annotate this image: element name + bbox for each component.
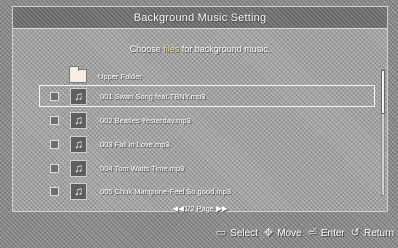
checkbox[interactable]: [50, 163, 59, 173]
checkbox[interactable]: [50, 91, 59, 101]
enter-icon: ⏎: [307, 226, 317, 239]
dialog-title-bar: Background Music Setting: [13, 7, 387, 29]
next-page-arrows-icon[interactable]: ▶▶: [216, 204, 228, 213]
button-hint-bar: ▭ Select ✥ Move ⏎ Enter ↺ Return: [0, 218, 398, 248]
file-name: 003 Fall in Love.mp3: [100, 139, 170, 149]
file-row[interactable]: ♫ 002 Beatles Yesterday.mp3: [40, 110, 374, 130]
dpad-icon: ✥: [263, 226, 274, 239]
file-name: 005 Chuk Mangione-Feel So good.mp3: [100, 186, 231, 196]
hint-return-label: Return: [363, 227, 394, 239]
file-name: 001 Swan Song feat.TBNY.mp3: [100, 91, 206, 101]
instruction-prefix: Choose: [129, 44, 161, 54]
file-row[interactable]: ♫ 005 Chuk Mangione-Feel So good.mp3: [40, 181, 374, 201]
hint-enter-label: Enter: [320, 227, 345, 239]
file-name: 004 Tom Waits Time.mp3: [100, 163, 185, 173]
file-row[interactable]: ♫ 003 Fall in Love.mp3: [40, 134, 374, 154]
music-note-icon: ♫: [70, 182, 87, 200]
prev-page-arrows-icon[interactable]: ◀◀: [172, 204, 184, 213]
folder-icon: [69, 66, 87, 83]
file-name: 002 Beatles Yesterday.mp3: [100, 115, 191, 125]
music-note-icon: ♫: [70, 135, 87, 153]
tv-osd-screen: Background Music Setting Choose files fo…: [0, 0, 398, 248]
hint-move-label: Move: [277, 227, 302, 239]
file-row[interactable]: ♫ 001 Swan Song feat.TBNY.mp3: [39, 85, 375, 107]
scrollbar[interactable]: [381, 69, 385, 196]
upper-folder-row[interactable]: Upper Folder: [69, 66, 142, 85]
return-icon: ↺: [350, 226, 360, 239]
hint-select-label: Select: [230, 227, 258, 239]
hint-return: ↺ Return: [350, 226, 394, 239]
music-note-icon: ♫: [70, 111, 87, 129]
instruction-text: Choose files for background music.: [13, 44, 387, 54]
background-music-dialog: Background Music Setting Choose files fo…: [12, 6, 388, 213]
music-note-icon: ♫: [70, 87, 87, 105]
checkbox[interactable]: [50, 186, 59, 196]
music-note-icon: ♫: [70, 159, 87, 177]
instruction-highlight: files: [163, 44, 180, 54]
dialog-title: Background Music Setting: [133, 11, 267, 24]
enter-key-icon: ▭: [215, 226, 227, 239]
upper-folder-label: Upper Folder: [98, 71, 142, 81]
file-row[interactable]: ♫ 004 Tom Waits Time.mp3: [40, 158, 374, 178]
page-number-text: 1/2 Page: [183, 204, 214, 213]
hint-select: ▭ Select: [215, 226, 258, 239]
scrollbar-thumb[interactable]: [381, 70, 385, 114]
checkbox[interactable]: [50, 139, 59, 149]
checkbox[interactable]: [50, 115, 59, 125]
page-indicator: ◀◀1/2 Page ▶▶: [13, 204, 387, 213]
hint-enter: ⏎ Enter: [307, 226, 345, 239]
instruction-suffix: for background music.: [181, 44, 271, 54]
hint-move: ✥ Move: [263, 226, 302, 239]
